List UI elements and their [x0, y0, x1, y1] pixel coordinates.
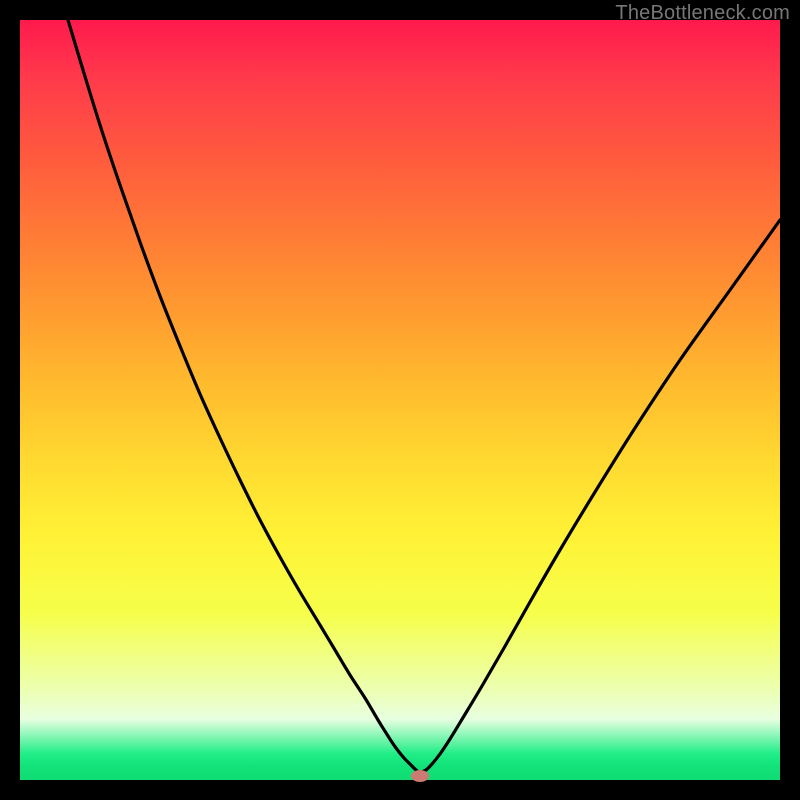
- bottleneck-curve: [68, 20, 780, 772]
- optimal-point-marker: [411, 770, 429, 782]
- chart-frame: TheBottleneck.com: [0, 0, 800, 800]
- curve-svg: [20, 20, 780, 780]
- plot-area: [20, 20, 780, 780]
